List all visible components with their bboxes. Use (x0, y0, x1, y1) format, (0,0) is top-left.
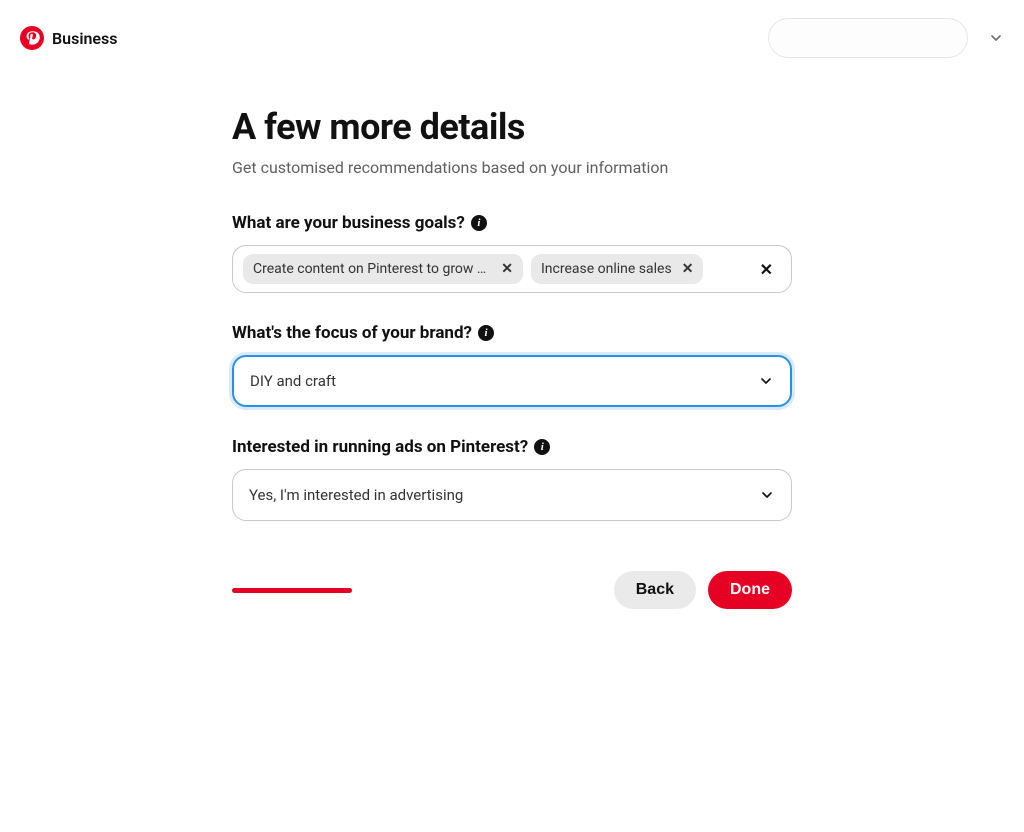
ads-label-row: Interested in running ads on Pinterest? … (232, 437, 792, 457)
header-left: Business (20, 26, 117, 50)
pinterest-logo-icon (20, 26, 44, 50)
goal-chip-label: Create content on Pinterest to grow an a… (253, 261, 491, 277)
goal-chip: Create content on Pinterest to grow an a… (243, 254, 523, 284)
page-subtitle: Get customised recommendations based on … (232, 158, 792, 177)
goals-label-row: What are your business goals? i (232, 213, 792, 233)
brand-focus-value: DIY and craft (250, 372, 336, 390)
goal-chip: Increase online sales ✕ (531, 254, 703, 284)
ads-label: Interested in running ads on Pinterest? (232, 437, 528, 457)
close-icon[interactable]: ✕ (501, 262, 513, 276)
goals-label: What are your business goals? (232, 213, 465, 233)
back-button[interactable]: Back (614, 571, 696, 609)
header-pill[interactable] (768, 18, 968, 58)
brand-label: Business (52, 29, 117, 48)
close-icon[interactable]: ✕ (682, 262, 694, 276)
clear-all-icon[interactable]: ✕ (760, 260, 773, 279)
info-icon[interactable]: i (471, 215, 487, 231)
info-icon[interactable]: i (478, 325, 494, 341)
form-footer: Back Done (232, 571, 792, 609)
chevron-down-icon[interactable] (988, 30, 1004, 46)
chevron-down-icon (758, 373, 774, 389)
page-title: A few more details (232, 106, 792, 148)
brand-focus-label-row: What's the focus of your brand? i (232, 323, 792, 343)
footer-buttons: Back Done (614, 571, 792, 609)
info-icon[interactable]: i (534, 439, 550, 455)
brand-focus-label: What's the focus of your brand? (232, 323, 472, 343)
goals-multiselect[interactable]: Create content on Pinterest to grow an a… (232, 245, 792, 293)
brand-focus-select[interactable]: DIY and craft (232, 355, 792, 407)
ads-value: Yes, I'm interested in advertising (249, 486, 463, 504)
goal-chip-label: Increase online sales (541, 261, 672, 277)
done-button[interactable]: Done (708, 571, 792, 609)
form-content: A few more details Get customised recomm… (232, 106, 792, 609)
chevron-down-icon (759, 487, 775, 503)
app-header: Business (0, 0, 1024, 66)
progress-indicator (232, 588, 352, 593)
ads-select[interactable]: Yes, I'm interested in advertising (232, 469, 792, 521)
header-right (768, 18, 1004, 58)
